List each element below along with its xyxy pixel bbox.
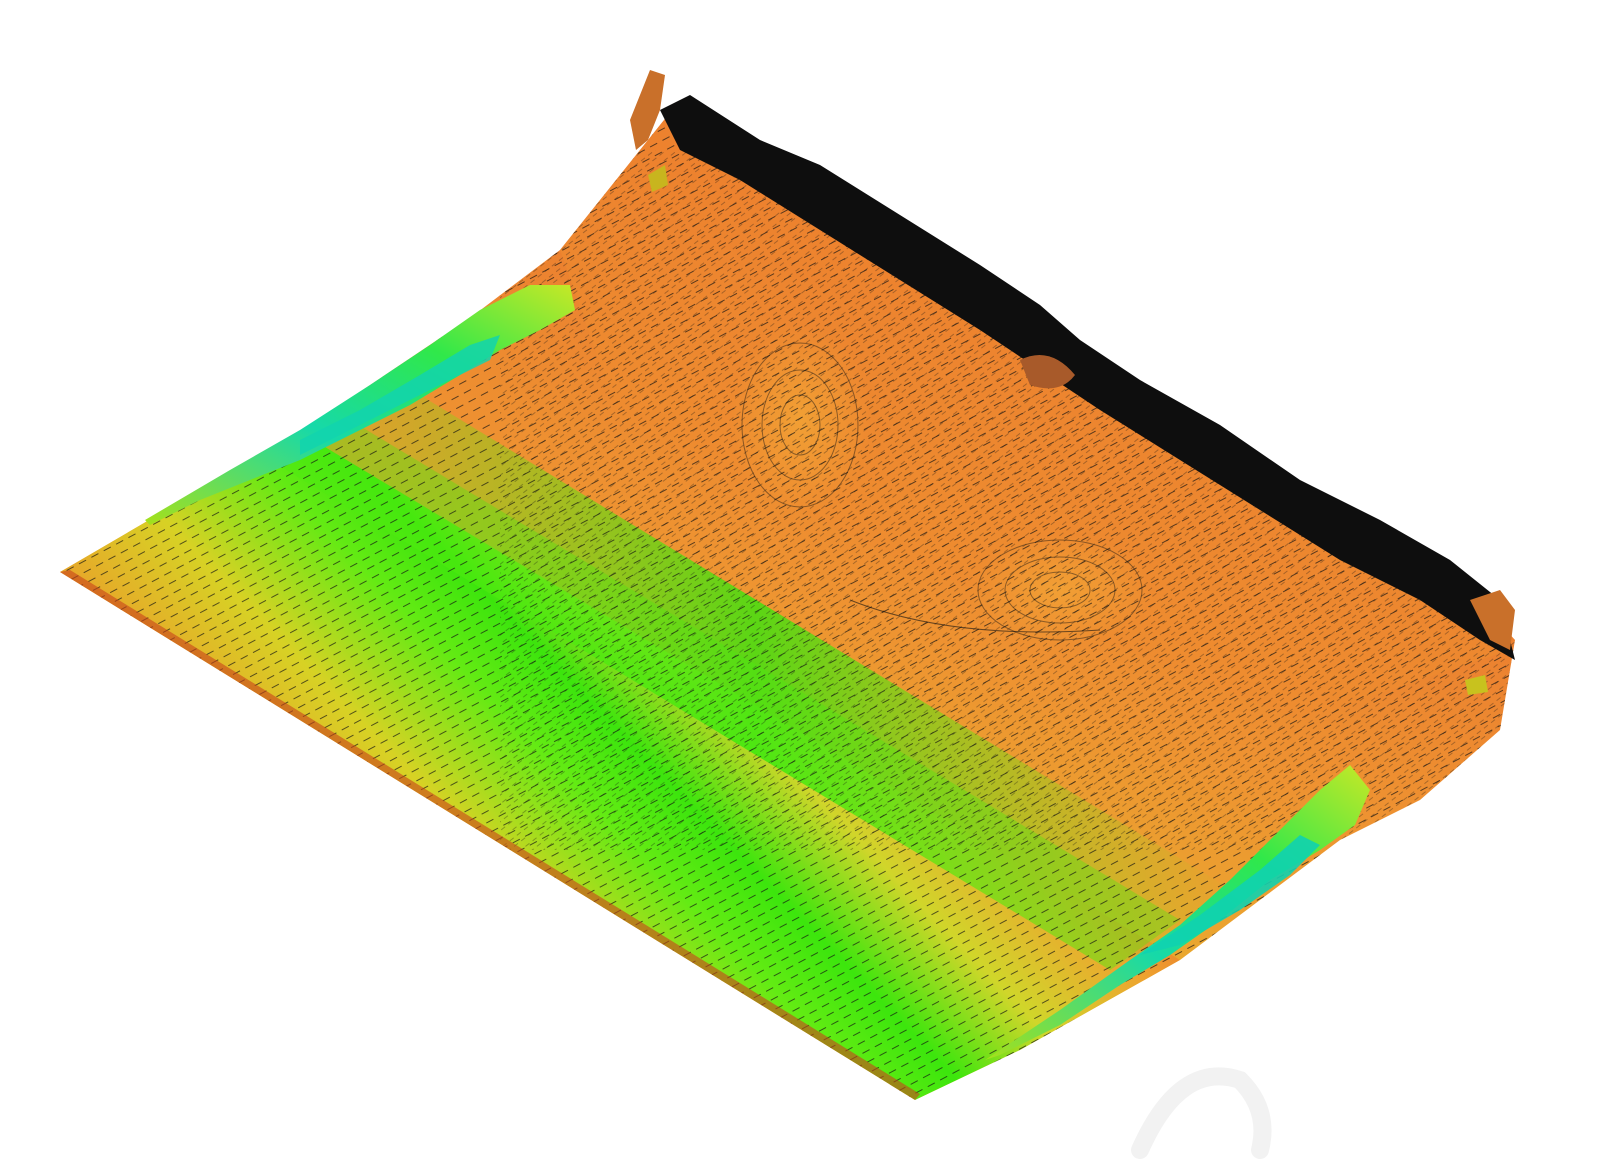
- visualization-canvas: [0, 0, 1605, 1176]
- ghost-arc: [1131, 1067, 1272, 1159]
- surface-plot: [60, 70, 1515, 1159]
